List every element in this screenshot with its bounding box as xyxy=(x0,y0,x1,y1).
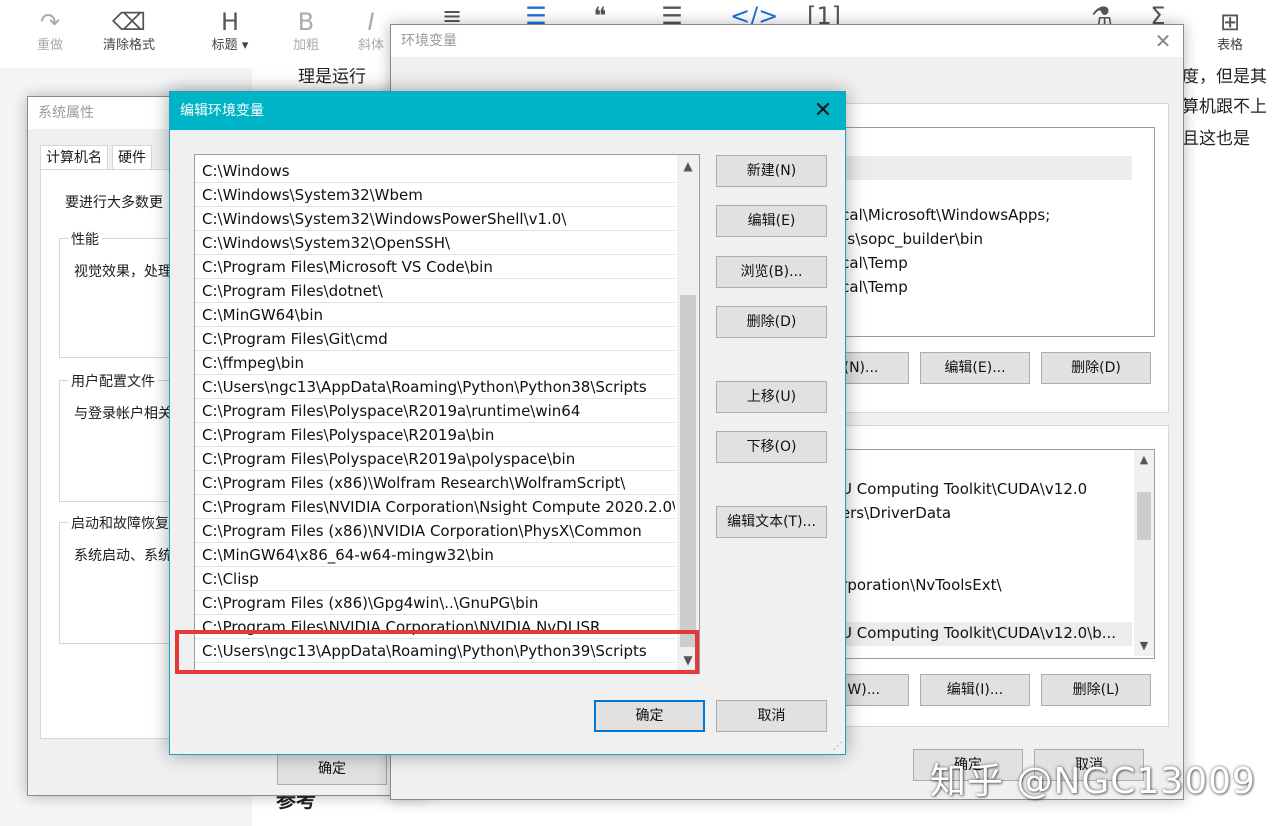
table-icon: ⊞ xyxy=(1219,8,1241,36)
system-edit-button[interactable]: 编辑(I)... xyxy=(920,674,1030,706)
user-delete-button[interactable]: 删除(D) xyxy=(1041,352,1151,384)
italic-button[interactable]: I 斜体 xyxy=(348,6,394,64)
list-item[interactable]: C:\Program Files (x86)\Gpg4win\..\GnuPG\… xyxy=(195,591,675,615)
heading-button[interactable]: H 标题 ▾ xyxy=(198,6,262,64)
clear-format-button[interactable]: ⌫ 清除格式 xyxy=(96,6,162,64)
cancel-button[interactable]: 取消 xyxy=(716,700,827,732)
user-profiles-desc: 与登录帐户相关 xyxy=(74,406,172,422)
list-item[interactable]: C:\ffmpeg\bin xyxy=(195,351,675,375)
performance-desc: 视觉效果，处理 xyxy=(74,264,172,280)
list-item[interactable]: C:\Program Files\Polyspace\R2019a\runtim… xyxy=(195,399,675,423)
scroll-thumb[interactable] xyxy=(680,295,696,647)
delete-button[interactable]: 删除(D) xyxy=(716,306,827,338)
list-item: ocal\Microsoft\WindowsApps; xyxy=(832,206,1051,224)
annotation-highlight-box xyxy=(175,630,699,674)
scroll-up-icon[interactable]: ▲ xyxy=(1134,450,1154,470)
list-item[interactable]: C:\Program Files\Git\cmd xyxy=(195,327,675,351)
close-icon[interactable]: ✕ xyxy=(801,92,845,130)
list-item[interactable]: C:\MinGW64\x86_64-w64-mingw32\bin xyxy=(195,543,675,567)
user-edit-button[interactable]: 编辑(E)... xyxy=(920,352,1030,384)
ok-button[interactable]: 确定 xyxy=(277,753,387,785)
bold-icon: B xyxy=(297,8,315,36)
eraser-icon: ⌫ xyxy=(112,8,146,36)
tab-hardware[interactable]: 硬件 xyxy=(112,145,152,170)
italic-icon: I xyxy=(367,8,375,36)
list-item[interactable]: C:\Program Files\NVIDIA Corporation\Nsig… xyxy=(195,495,675,519)
redo-button[interactable]: ↷ 重做 xyxy=(22,6,78,64)
edit-text-button[interactable]: 编辑文本(T)... xyxy=(716,506,827,538)
dialog-title: 编辑环境变量 xyxy=(180,103,264,119)
scrollbar[interactable]: ▲ ▼ xyxy=(677,155,699,671)
dialog-title-bar: 编辑环境变量 ✕ xyxy=(170,92,845,130)
list-item[interactable]: C:\Windows xyxy=(195,159,675,183)
list-item: PU Computing Toolkit\CUDA\v12.0 xyxy=(832,480,1088,498)
user-variables-list[interactable]: ocal\Microsoft\WindowsApps; tus\sopc_bui… xyxy=(831,127,1155,337)
system-delete-button[interactable]: 删除(L) xyxy=(1041,674,1151,706)
scroll-up-icon[interactable]: ▲ xyxy=(677,155,699,177)
scroll-down-icon[interactable]: ▼ xyxy=(1134,636,1154,656)
list-item[interactable]: C:\Windows\System32\WindowsPowerShell\v1… xyxy=(195,207,675,231)
list-item[interactable]: C:\Windows\System32\OpenSSH\ xyxy=(195,231,675,255)
system-variables-list[interactable]: PU Computing Toolkit\CUDA\v12.0 vers\Dri… xyxy=(831,449,1155,659)
close-icon[interactable]: ✕ xyxy=(1143,25,1183,57)
list-item[interactable]: C:\Program Files\Polyspace\R2019a\bin xyxy=(195,423,675,447)
bold-button[interactable]: B 加粗 xyxy=(282,6,330,64)
startup-desc: 系统启动、系统 xyxy=(74,548,172,564)
list-item[interactable]: C:\Program Files\Polyspace\R2019a\polysp… xyxy=(195,447,675,471)
watermark: 知乎 @NGC13009 xyxy=(930,761,1256,802)
list-item: tus\sopc_builder\bin xyxy=(832,230,984,248)
heading-icon: H xyxy=(220,8,240,36)
list-item[interactable]: C:\Program Files (x86)\Wolfram Research\… xyxy=(195,471,675,495)
doc-text-line: 且这也是 xyxy=(1182,129,1250,149)
chevron-down-icon: ▾ xyxy=(241,38,249,53)
tab-computer-name[interactable]: 计算机名 xyxy=(40,145,108,170)
list-item[interactable]: C:\Clisp xyxy=(195,567,675,591)
list-item[interactable]: C:\Program Files\Microsoft VS Code\bin xyxy=(195,255,675,279)
dialog-title: 环境变量 xyxy=(391,25,1183,57)
scroll-thumb[interactable] xyxy=(1137,492,1151,540)
move-down-button[interactable]: 下移(O) xyxy=(716,431,827,463)
doc-text-line: 算机跟不上 xyxy=(1182,97,1267,117)
scrollbar[interactable]: ▲ ▼ xyxy=(1134,450,1154,656)
list-item[interactable]: C:\Program Files\dotnet\ xyxy=(195,279,675,303)
list-item[interactable]: C:\Users\ngc13\AppData\Roaming\Python\Py… xyxy=(195,375,675,399)
redo-icon: ↷ xyxy=(39,8,61,36)
resize-grip-icon[interactable]: ⋰ xyxy=(833,741,843,752)
selected-row xyxy=(832,156,1132,180)
list-item: PU Computing Toolkit\CUDA\v12.0\b... xyxy=(832,624,1117,642)
move-up-button[interactable]: 上移(U) xyxy=(716,381,827,413)
ok-button[interactable]: 确定 xyxy=(594,700,705,732)
list-item: vers\DriverData xyxy=(832,504,952,522)
intro-text: 要进行大多数更 xyxy=(65,195,163,211)
path-list[interactable]: C:\Windows C:\Windows\System32\Wbem C:\W… xyxy=(194,154,700,674)
list-item: orporation\NvToolsExt\ xyxy=(832,576,1002,594)
new-button[interactable]: 新建(N) xyxy=(716,155,827,187)
list-item[interactable]: C:\Program Files (x86)\NVIDIA Corporatio… xyxy=(195,519,675,543)
list-item[interactable]: C:\MinGW64\bin xyxy=(195,303,675,327)
table-button[interactable]: ⊞ 表格 xyxy=(1206,6,1254,64)
browse-button[interactable]: 浏览(B)... xyxy=(716,256,827,288)
list-item[interactable]: C:\Windows\System32\Wbem xyxy=(195,183,675,207)
edit-button[interactable]: 编辑(E) xyxy=(716,205,827,237)
